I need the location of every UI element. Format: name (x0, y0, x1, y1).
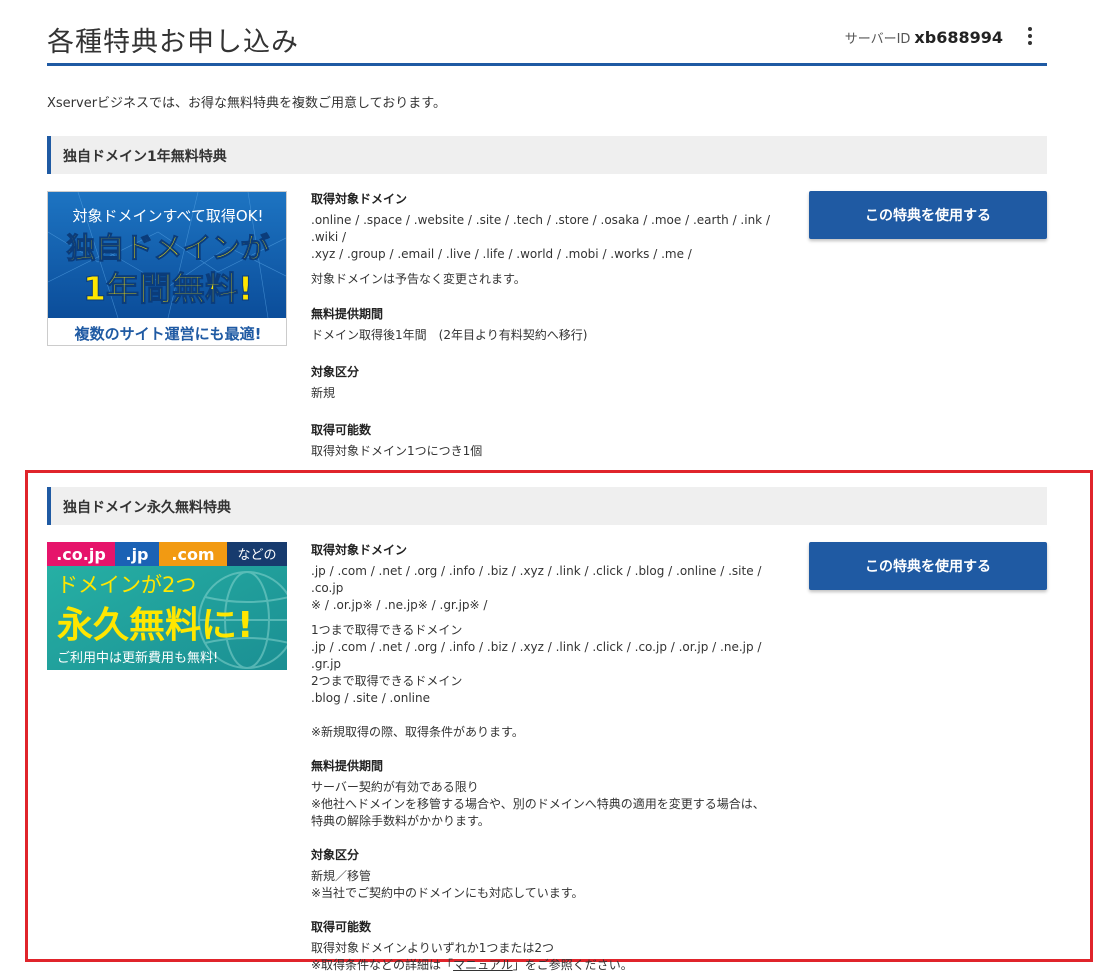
offer-1-banner: 対象ドメインすべて取得OK! 独自ドメインが 1年間無料! 複数のサイト運営にも… (47, 191, 287, 346)
offer-2-domains-label: 取得対象ドメイン (311, 543, 408, 557)
server-id: サーバーID xb688994 (845, 28, 1003, 47)
offer-2-category-label: 対象区分 (311, 848, 360, 862)
server-id-value: xb688994 (914, 28, 1003, 47)
offer-1-use-button[interactable]: この特典を使用する (809, 191, 1047, 239)
offer-1-banner-line3: 1年間無料! (83, 269, 253, 308)
offer-2-domains-detail: 1つまで取得できるドメイン .jp / .com / .net / .org /… (311, 623, 762, 705)
offer-2-banner-tag3: .com (171, 545, 214, 564)
intro-text: Xserverビジネスでは、お得な無料特典を複数ご用意しております。 (47, 96, 446, 111)
offer-2-domains-note: ※新規取得の際、取得条件があります。 (311, 725, 524, 739)
page-title: 各種特典お申し込み (47, 27, 299, 58)
offer-1-banner-line4: 複数のサイト運営にも最適! (74, 325, 262, 343)
offer-2-period: サーバー契約が有効である限り ※他社へドメインを移管する場合や、別のドメインへ特… (311, 780, 765, 828)
offer-1-banner-line1: 対象ドメインすべて取得OK! (72, 207, 263, 225)
offer-2-count-label: 取得可能数 (311, 920, 372, 934)
offer-2-period-label: 無料提供期間 (311, 759, 384, 773)
offer-1-count-label: 取得可能数 (311, 423, 372, 437)
manual-link[interactable]: マニュアル (453, 958, 513, 972)
offer-2-category: 新規／移管 ※当社でご契約中のドメインにも対応しています。 (311, 869, 584, 900)
offer-2-banner-tag1: .co.jp (56, 545, 106, 564)
offer-1-title: 独自ドメイン1年無料特典 (63, 149, 227, 165)
offer-2-title: 独自ドメイン永久無料特典 (63, 500, 231, 516)
offer-2-count-note: ※取得条件などの詳細は「マニュアル」をご参照ください。 (311, 957, 791, 974)
offer-1-category: 新規 (311, 386, 336, 400)
offer-1-domains-note: 対象ドメインは予告なく変更されます。 (311, 272, 526, 286)
offer-2-banner-line2: 永久無料に! (57, 605, 253, 646)
offer-2-banner-tag2: .jp (125, 545, 148, 564)
offer-1-period-label: 無料提供期間 (311, 307, 384, 321)
offer-2-domains: .jp / .com / .net / .org / .info / .biz … (311, 564, 762, 612)
count-note-suffix: 」をご参照ください。 (512, 958, 633, 972)
offer-1-banner-image: 対象ドメインすべて取得OK! 独自ドメインが 1年間無料! 複数のサイト運営にも… (48, 192, 286, 345)
offer-2-count: 取得対象ドメインよりいずれか1つまたは2つ (311, 941, 555, 955)
offer-2-heading: 独自ドメイン永久無料特典 (47, 487, 1047, 525)
offer-1-details: 取得対象ドメイン .online / .space / .website / .… (311, 191, 791, 475)
offer-1-period: ドメイン取得後1年間 (2年目より有料契約へ移行) (311, 328, 588, 342)
offer-1-category-label: 対象区分 (311, 365, 360, 379)
offer-2-banner-image: .co.jp .jp .com などの ドメインが2つ 永久無料に! ご利用中は… (47, 542, 287, 670)
server-id-label: サーバーID (844, 32, 911, 47)
page-header: 各種特典お申し込み サーバーID xb688994 (47, 12, 1047, 66)
offer-2-banner-line1: ドメインが2つ (57, 573, 196, 597)
offer-2-banner: .co.jp .jp .com などの ドメインが2つ 永久無料に! ご利用中は… (47, 542, 287, 670)
offer-2-banner-line3: ご利用中は更新費用も無料! (57, 650, 218, 666)
offer-2-banner-tag4: などの (237, 548, 276, 563)
offer-1-domains-label: 取得対象ドメイン (311, 192, 408, 206)
offer-1-banner-line2: 独自ドメインが (66, 231, 269, 265)
offer-1-domains: .online / .space / .website / .site / .t… (311, 213, 770, 261)
offer-1-count: 取得対象ドメイン1つにつき1個 (311, 444, 483, 458)
offer-1-heading: 独自ドメイン1年無料特典 (47, 136, 1047, 174)
offer-2-use-button[interactable]: この特典を使用する (809, 542, 1047, 590)
more-menu-icon[interactable] (1025, 24, 1035, 50)
count-note-prefix: ※取得条件などの詳細は「 (311, 958, 454, 972)
offer-2-details: 取得対象ドメイン .jp / .com / .net / .org / .inf… (311, 542, 791, 980)
